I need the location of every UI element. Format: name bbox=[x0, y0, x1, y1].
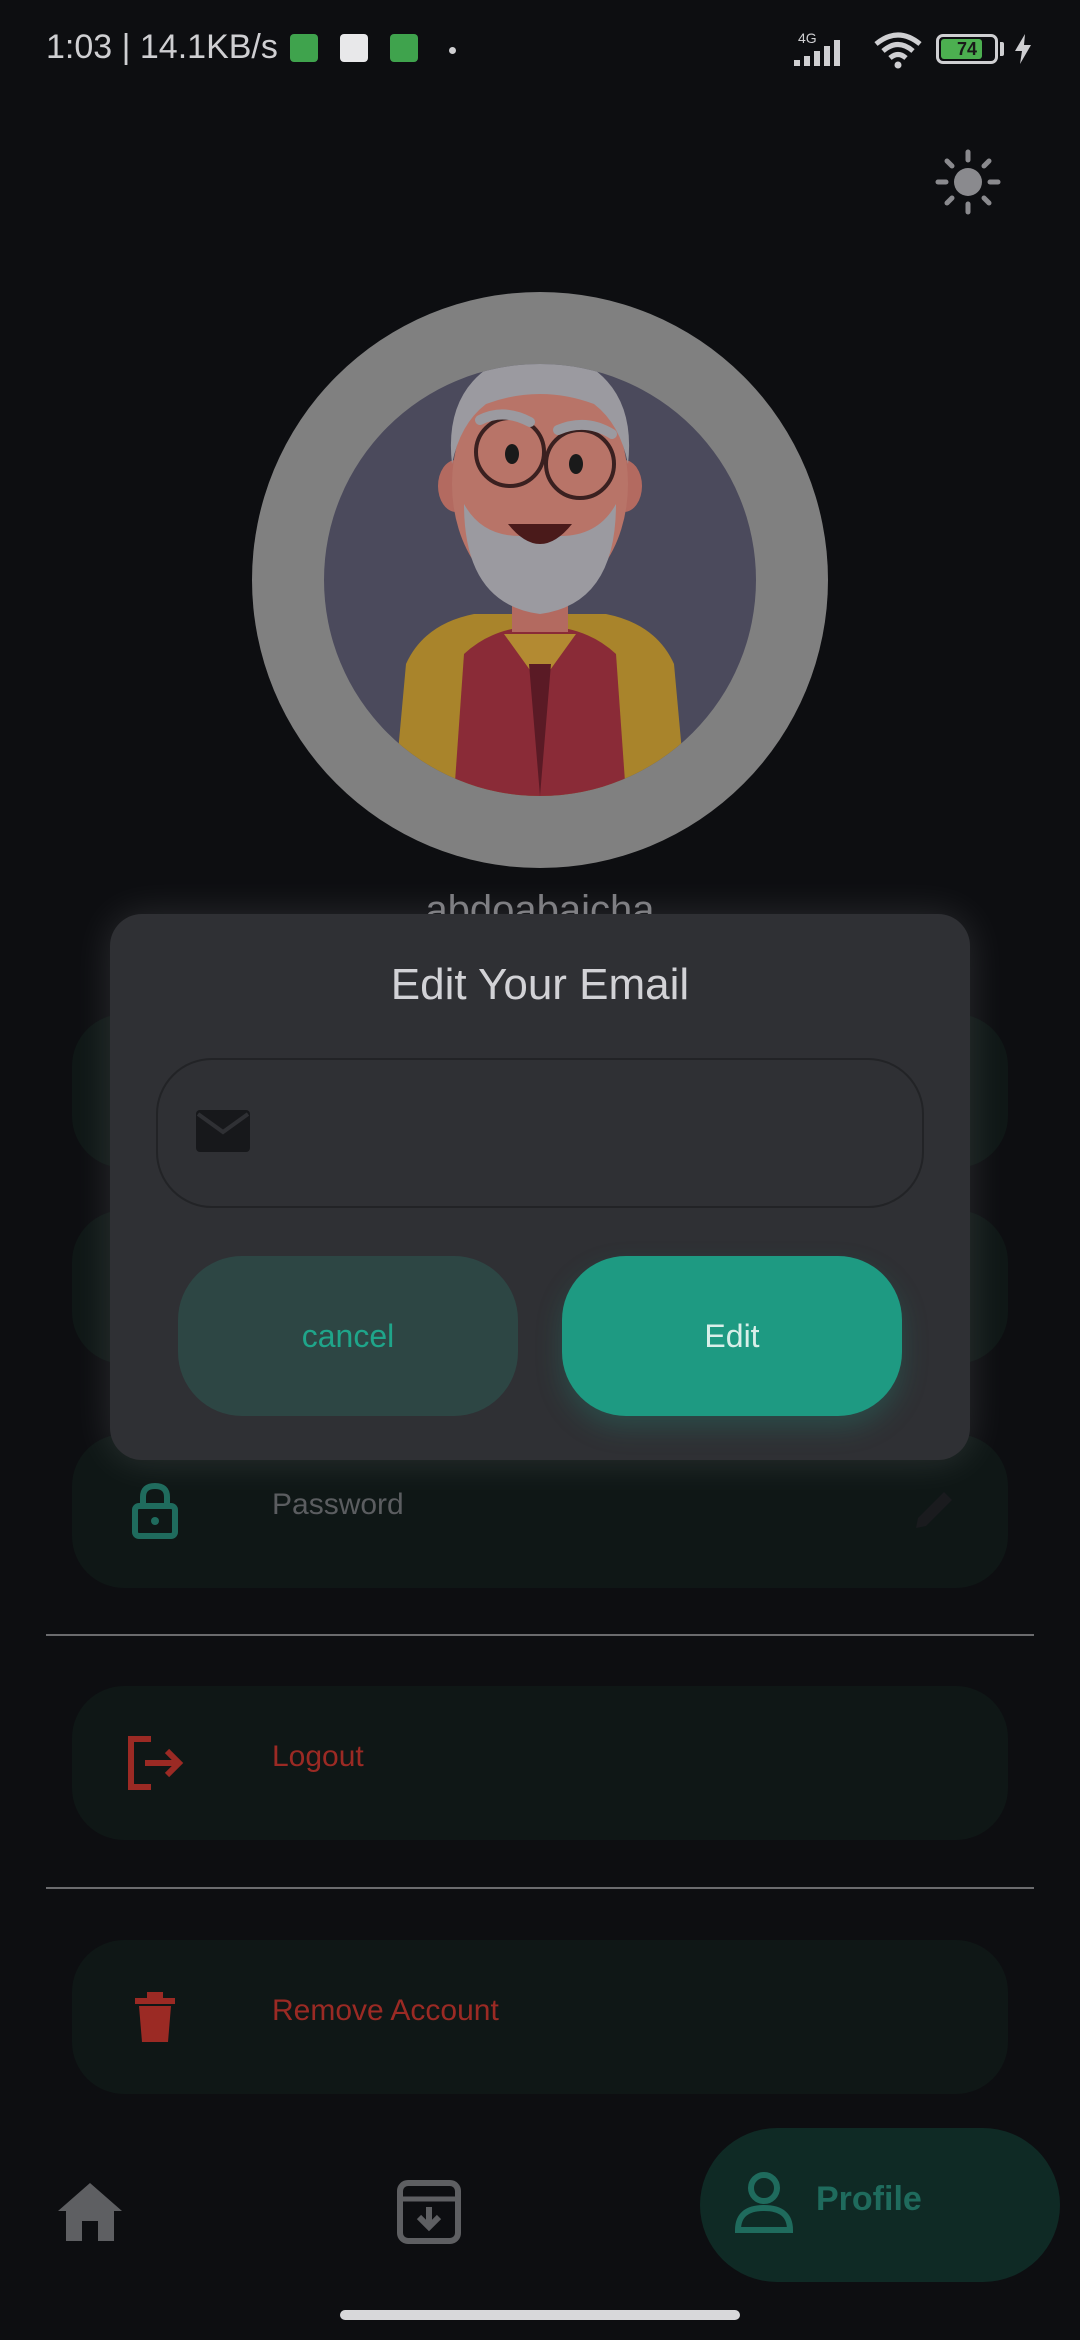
remove-account-row[interactable]: Remove Account bbox=[72, 1940, 1008, 2094]
old-man-illustration bbox=[394, 364, 686, 796]
lock-icon bbox=[122, 1478, 188, 1544]
nav-profile-label: Profile bbox=[816, 2180, 922, 2218]
dialog-title: Edit Your Email bbox=[390, 960, 690, 1009]
logout-label: Logout bbox=[272, 1740, 364, 1773]
battery-icon: 74 bbox=[936, 34, 998, 64]
nav-archive-button[interactable] bbox=[384, 2170, 474, 2254]
home-icon bbox=[58, 2183, 122, 2241]
signal-icon bbox=[794, 40, 840, 66]
divider bbox=[46, 1887, 1034, 1889]
theme-toggle-button[interactable] bbox=[930, 144, 1006, 220]
logout-row[interactable]: Logout bbox=[72, 1686, 1008, 1840]
charging-icon bbox=[1015, 34, 1031, 64]
battery-nub bbox=[1000, 42, 1004, 56]
android-notification-icon bbox=[390, 34, 418, 62]
pencil-icon bbox=[916, 1492, 952, 1528]
cancel-button[interactable]: cancel bbox=[178, 1256, 518, 1416]
edit-email-dialog: Edit Your Email cancel Edit bbox=[110, 914, 970, 1460]
android-notification-icon bbox=[290, 34, 318, 62]
remove-account-label: Remove Account bbox=[272, 1994, 499, 2027]
trash-icon bbox=[122, 1984, 188, 2050]
password-label: Password bbox=[272, 1488, 404, 1521]
edit-password-button[interactable] bbox=[906, 1482, 962, 1543]
more-notifications-dot bbox=[449, 47, 456, 54]
nav-profile-button[interactable]: Profile bbox=[700, 2128, 1060, 2282]
logout-icon bbox=[122, 1730, 188, 1796]
avatar-image bbox=[324, 364, 756, 796]
email-input[interactable] bbox=[278, 1104, 878, 1164]
status-bar: 1:03 | 14.1KB/s 4G 74 bbox=[0, 0, 1080, 100]
email-icon bbox=[196, 1110, 250, 1152]
profile-screen: 1:03 | 14.1KB/s 4G 74 abdoabaicha Passwo… bbox=[0, 0, 1080, 2340]
nav-home-button[interactable] bbox=[48, 2170, 132, 2254]
divider bbox=[46, 1634, 1034, 1636]
avatar[interactable] bbox=[252, 292, 828, 868]
email-field[interactable] bbox=[156, 1058, 924, 1208]
edit-button[interactable]: Edit bbox=[562, 1256, 902, 1416]
status-time: 1:03 | 14.1KB/s bbox=[46, 28, 278, 66]
bottom-navigation: Profile bbox=[0, 2120, 1080, 2290]
wifi-icon bbox=[874, 32, 922, 69]
archive-icon bbox=[397, 2180, 461, 2244]
battery-level: 74 bbox=[956, 39, 978, 59]
play-store-notification-icon bbox=[340, 34, 368, 62]
sun-icon bbox=[935, 149, 1001, 215]
gesture-bar[interactable] bbox=[340, 2310, 740, 2320]
person-icon bbox=[734, 2172, 794, 2233]
